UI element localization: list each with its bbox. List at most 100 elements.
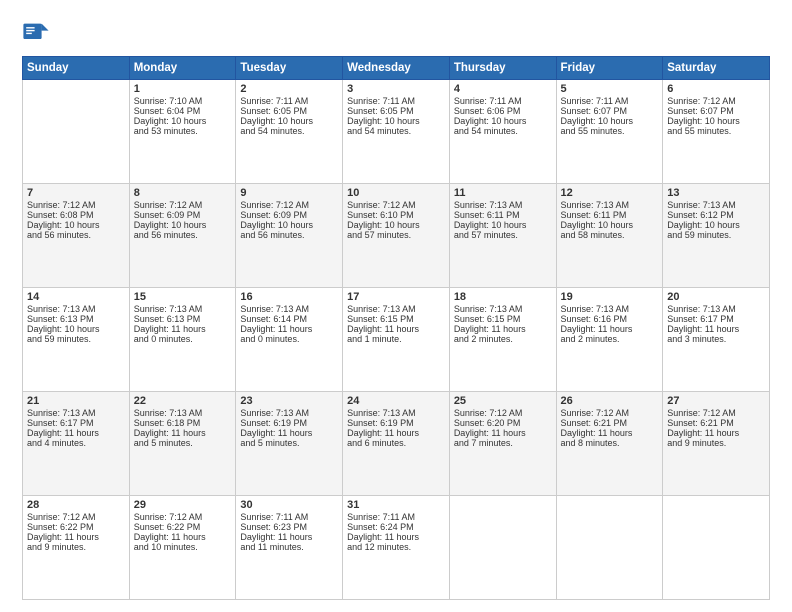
day-number: 22 <box>134 395 232 407</box>
day-info-line: Daylight: 11 hours <box>240 324 338 334</box>
day-number: 12 <box>561 187 659 199</box>
day-number: 1 <box>134 83 232 95</box>
day-info-line: Sunset: 6:10 PM <box>347 210 445 220</box>
logo-icon <box>22 18 50 46</box>
day-info-line: and 54 minutes. <box>240 126 338 136</box>
day-info-line: Sunrise: 7:11 AM <box>347 96 445 106</box>
day-info-line: Sunrise: 7:12 AM <box>240 200 338 210</box>
day-info-line: Sunrise: 7:12 AM <box>347 200 445 210</box>
day-info-line: and 57 minutes. <box>454 230 552 240</box>
calendar-cell: 9Sunrise: 7:12 AMSunset: 6:09 PMDaylight… <box>236 184 343 288</box>
calendar-cell: 21Sunrise: 7:13 AMSunset: 6:17 PMDayligh… <box>23 392 130 496</box>
calendar-table: SundayMondayTuesdayWednesdayThursdayFrid… <box>22 56 770 600</box>
weekday-monday: Monday <box>129 57 236 80</box>
day-info-line: Sunset: 6:22 PM <box>134 522 232 532</box>
calendar-cell <box>23 80 130 184</box>
day-info-line: Sunrise: 7:13 AM <box>561 304 659 314</box>
day-info-line: and 58 minutes. <box>561 230 659 240</box>
calendar-cell: 8Sunrise: 7:12 AMSunset: 6:09 PMDaylight… <box>129 184 236 288</box>
calendar-cell: 22Sunrise: 7:13 AMSunset: 6:18 PMDayligh… <box>129 392 236 496</box>
calendar-cell: 6Sunrise: 7:12 AMSunset: 6:07 PMDaylight… <box>663 80 770 184</box>
calendar-cell: 26Sunrise: 7:12 AMSunset: 6:21 PMDayligh… <box>556 392 663 496</box>
day-info-line: and 55 minutes. <box>561 126 659 136</box>
day-info-line: and 54 minutes. <box>454 126 552 136</box>
day-number: 4 <box>454 83 552 95</box>
day-info-line: and 56 minutes. <box>27 230 125 240</box>
day-info-line: Daylight: 10 hours <box>27 324 125 334</box>
day-info-line: Sunset: 6:11 PM <box>454 210 552 220</box>
day-info-line: Daylight: 11 hours <box>561 324 659 334</box>
day-info-line: and 3 minutes. <box>667 334 765 344</box>
day-number: 3 <box>347 83 445 95</box>
day-info-line: Sunrise: 7:12 AM <box>134 200 232 210</box>
day-info-line: Sunset: 6:07 PM <box>667 106 765 116</box>
calendar-cell: 30Sunrise: 7:11 AMSunset: 6:23 PMDayligh… <box>236 496 343 600</box>
calendar-cell: 2Sunrise: 7:11 AMSunset: 6:05 PMDaylight… <box>236 80 343 184</box>
day-number: 9 <box>240 187 338 199</box>
day-info-line: and 54 minutes. <box>347 126 445 136</box>
calendar-cell: 12Sunrise: 7:13 AMSunset: 6:11 PMDayligh… <box>556 184 663 288</box>
day-number: 29 <box>134 499 232 511</box>
calendar-cell <box>663 496 770 600</box>
calendar-week-2: 7Sunrise: 7:12 AMSunset: 6:08 PMDaylight… <box>23 184 770 288</box>
day-info-line: Daylight: 11 hours <box>347 324 445 334</box>
day-info-line: Sunset: 6:17 PM <box>667 314 765 324</box>
calendar-cell: 5Sunrise: 7:11 AMSunset: 6:07 PMDaylight… <box>556 80 663 184</box>
calendar-cell: 7Sunrise: 7:12 AMSunset: 6:08 PMDaylight… <box>23 184 130 288</box>
day-number: 7 <box>27 187 125 199</box>
day-info-line: Daylight: 10 hours <box>27 220 125 230</box>
day-info-line: Sunset: 6:21 PM <box>561 418 659 428</box>
day-info-line: and 9 minutes. <box>667 438 765 448</box>
calendar-cell: 29Sunrise: 7:12 AMSunset: 6:22 PMDayligh… <box>129 496 236 600</box>
day-info-line: Sunset: 6:20 PM <box>454 418 552 428</box>
day-number: 31 <box>347 499 445 511</box>
calendar-cell: 28Sunrise: 7:12 AMSunset: 6:22 PMDayligh… <box>23 496 130 600</box>
day-info-line: Sunset: 6:16 PM <box>561 314 659 324</box>
day-info-line: and 10 minutes. <box>134 542 232 552</box>
weekday-saturday: Saturday <box>663 57 770 80</box>
day-info-line: Daylight: 10 hours <box>240 116 338 126</box>
day-info-line: Sunset: 6:17 PM <box>27 418 125 428</box>
day-number: 25 <box>454 395 552 407</box>
day-info-line: Daylight: 11 hours <box>667 428 765 438</box>
day-info-line: Sunset: 6:19 PM <box>240 418 338 428</box>
calendar-cell: 25Sunrise: 7:12 AMSunset: 6:20 PMDayligh… <box>449 392 556 496</box>
calendar-cell: 15Sunrise: 7:13 AMSunset: 6:13 PMDayligh… <box>129 288 236 392</box>
day-number: 13 <box>667 187 765 199</box>
day-info-line: Sunrise: 7:13 AM <box>240 304 338 314</box>
day-info-line: Sunset: 6:04 PM <box>134 106 232 116</box>
day-info-line: Sunset: 6:09 PM <box>134 210 232 220</box>
weekday-wednesday: Wednesday <box>343 57 450 80</box>
calendar-cell: 10Sunrise: 7:12 AMSunset: 6:10 PMDayligh… <box>343 184 450 288</box>
day-info-line: Sunrise: 7:13 AM <box>134 408 232 418</box>
day-info-line: Daylight: 10 hours <box>347 116 445 126</box>
day-info-line: Daylight: 10 hours <box>454 116 552 126</box>
day-info-line: and 59 minutes. <box>27 334 125 344</box>
day-info-line: Sunset: 6:21 PM <box>667 418 765 428</box>
day-info-line: Sunrise: 7:10 AM <box>134 96 232 106</box>
day-info-line: Daylight: 10 hours <box>561 220 659 230</box>
day-info-line: Sunrise: 7:12 AM <box>667 96 765 106</box>
day-info-line: Sunset: 6:05 PM <box>240 106 338 116</box>
day-info-line: Sunset: 6:22 PM <box>27 522 125 532</box>
day-info-line: and 0 minutes. <box>240 334 338 344</box>
day-info-line: Sunrise: 7:13 AM <box>134 304 232 314</box>
day-info-line: Sunrise: 7:13 AM <box>454 304 552 314</box>
calendar-week-1: 1Sunrise: 7:10 AMSunset: 6:04 PM Daylight… <box>23 80 770 184</box>
day-info-line: Daylight: 10 hours <box>240 220 338 230</box>
day-info-line: Sunrise: 7:13 AM <box>240 408 338 418</box>
day-info-line: Sunrise: 7:11 AM <box>240 512 338 522</box>
day-number: 5 <box>561 83 659 95</box>
calendar-cell: 13Sunrise: 7:13 AMSunset: 6:12 PMDayligh… <box>663 184 770 288</box>
day-info-line: Daylight: 11 hours <box>347 532 445 542</box>
day-info-line: Daylight: 10 hours <box>667 116 765 126</box>
calendar-cell: 31Sunrise: 7:11 AMSunset: 6:24 PMDayligh… <box>343 496 450 600</box>
day-info-line: Sunset: 6:07 PM <box>561 106 659 116</box>
day-info-line: Daylight: 10 hours <box>561 116 659 126</box>
day-number: 16 <box>240 291 338 303</box>
day-info-line: Daylight: 11 hours <box>240 428 338 438</box>
day-info-line: Daylight: 11 hours <box>134 324 232 334</box>
day-info-line: Sunset: 6:11 PM <box>561 210 659 220</box>
day-info-line: and 1 minute. <box>347 334 445 344</box>
day-info-line: Daylight: 10 hours <box>347 220 445 230</box>
